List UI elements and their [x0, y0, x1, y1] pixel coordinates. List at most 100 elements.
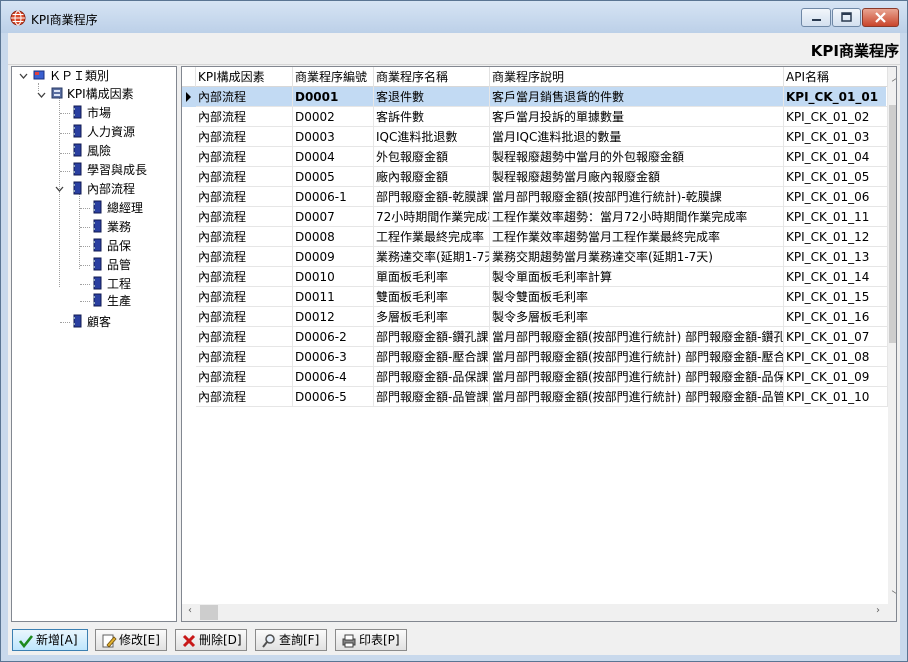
table-cell[interactable]: KPI_CK_01_03: [784, 127, 888, 147]
tree-item-learning[interactable]: 學習與成長: [70, 161, 147, 179]
row-indicator[interactable]: [182, 187, 196, 207]
table-cell[interactable]: 當月部門報廢金額(按部門進行統計)-乾膜課: [490, 187, 784, 207]
table-row[interactable]: 內部流程 D0004 外包報廢金額 製程報廢趨勢中當月的外包報廢金額 KPI_CK_01…: [182, 147, 888, 167]
tree-subitem-sales[interactable]: 業務: [90, 218, 131, 236]
table-cell[interactable]: 部門報廢金額-鑽孔課: [374, 327, 490, 347]
table-row[interactable]: 內部流程 D0002 客訴件數 客戶當月投訴的單據數量 KPI_CK_01_02: [182, 107, 888, 127]
process-grid[interactable]: KPI構成因素 商業程序編號 商業程序名稱 商業程序說明 API名稱 內部流程 D…: [181, 66, 897, 622]
table-cell[interactable]: D0002: [293, 107, 374, 127]
table-row[interactable]: 內部流程 D0006-1 部門報廢金額-乾膜課 當月部門報廢金額(按部門進行統計)-乾…: [182, 187, 888, 207]
column-header[interactable]: 商業程序編號: [293, 67, 374, 87]
table-cell[interactable]: IQC進料批退數: [374, 127, 490, 147]
tree-subitem-gm[interactable]: 總經理: [90, 199, 143, 217]
row-indicator[interactable]: [182, 127, 196, 147]
table-cell[interactable]: 內部流程: [196, 167, 293, 187]
row-indicator[interactable]: [182, 167, 196, 187]
table-cell[interactable]: 工程作業最終完成率: [374, 227, 490, 247]
table-cell[interactable]: 內部流程: [196, 207, 293, 227]
table-cell[interactable]: 業務交期趨勢當月業務達交率(延期1-7天): [490, 247, 784, 267]
table-cell[interactable]: 業務達交率(延期1-7天): [374, 247, 490, 267]
table-row[interactable]: 內部流程 D0012 多層板毛利率 製令多層板毛利率 KPI_CK_01_16: [182, 307, 888, 327]
table-cell[interactable]: KPI_CK_01_04: [784, 147, 888, 167]
table-cell[interactable]: 當月部門報廢金額(按部門進行統計) 部門報廢金額-鑽孔課: [490, 327, 784, 347]
table-cell[interactable]: KPI_CK_01_07: [784, 327, 888, 347]
row-indicator[interactable]: [182, 327, 196, 347]
scroll-up-icon[interactable]: ︿: [888, 69, 897, 84]
table-cell[interactable]: KPI_CK_01_09: [784, 367, 888, 387]
column-header[interactable]: 商業程序名稱: [374, 67, 490, 87]
table-cell[interactable]: D0006-1: [293, 187, 374, 207]
vertical-scroll-thumb[interactable]: [889, 105, 896, 343]
table-cell[interactable]: KPI_CK_01_14: [784, 267, 888, 287]
table-cell[interactable]: 外包報廢金額: [374, 147, 490, 167]
tree-subitem-engineering[interactable]: 工程: [90, 275, 131, 293]
table-cell[interactable]: 當月部門報廢金額(按部門進行統計) 部門報廢金額-壓合課: [490, 347, 784, 367]
row-indicator[interactable]: [182, 307, 196, 327]
table-cell[interactable]: D0006-4: [293, 367, 374, 387]
tree-item-hr[interactable]: 人力資源: [70, 123, 135, 141]
collapse-chevron-icon[interactable]: [19, 72, 28, 81]
tree-item-internal-process[interactable]: 內部流程: [70, 180, 135, 198]
table-cell[interactable]: 內部流程: [196, 87, 293, 107]
column-header[interactable]: API名稱: [784, 67, 888, 87]
row-indicator[interactable]: [182, 247, 196, 267]
table-cell[interactable]: 內部流程: [196, 247, 293, 267]
table-cell[interactable]: D0001: [293, 87, 374, 107]
table-row[interactable]: 內部流程 D0006-4 部門報廢金額-品保課 當月部門報廢金額(按部門進行統計) 部…: [182, 367, 888, 387]
table-row[interactable]: 內部流程 D0006-2 部門報廢金額-鑽孔課 當月部門報廢金額(按部門進行統計) 部…: [182, 327, 888, 347]
scroll-down-icon[interactable]: ﹀: [888, 587, 897, 602]
table-cell[interactable]: 內部流程: [196, 287, 293, 307]
table-cell[interactable]: KPI_CK_01_13: [784, 247, 888, 267]
table-cell[interactable]: 內部流程: [196, 147, 293, 167]
table-cell[interactable]: 內部流程: [196, 227, 293, 247]
scroll-right-icon[interactable]: ›: [872, 605, 884, 616]
tree-item-market[interactable]: 市場: [70, 104, 111, 122]
table-cell[interactable]: 當月部門報廢金額(按部門進行統計) 部門報廢金額-品管課: [490, 387, 784, 407]
table-cell[interactable]: KPI_CK_01_01: [784, 87, 888, 107]
maximize-button[interactable]: [832, 8, 861, 27]
scroll-left-icon[interactable]: ‹: [184, 605, 196, 616]
table-cell[interactable]: 製程報廢趨勢中當月的外包報廢金額: [490, 147, 784, 167]
table-cell[interactable]: D0006-5: [293, 387, 374, 407]
table-cell[interactable]: D0012: [293, 307, 374, 327]
table-row[interactable]: 內部流程 D0006-5 部門報廢金額-品管課 當月部門報廢金額(按部門進行統計) 部…: [182, 387, 888, 407]
table-cell[interactable]: 當月IQC進料批退的數量: [490, 127, 784, 147]
horizontal-scrollbar[interactable]: ‹ ›: [182, 604, 888, 621]
table-cell[interactable]: 部門報廢金額-乾膜課: [374, 187, 490, 207]
table-cell[interactable]: 工程作業效率趨勢當月工程作業最終完成率: [490, 227, 784, 247]
table-cell[interactable]: 內部流程: [196, 327, 293, 347]
table-cell[interactable]: 部門報廢金額-壓合課: [374, 347, 490, 367]
table-cell[interactable]: 客退件數: [374, 87, 490, 107]
row-indicator[interactable]: [182, 267, 196, 287]
table-cell[interactable]: 當月部門報廢金額(按部門進行統計) 部門報廢金額-品保課: [490, 367, 784, 387]
table-row[interactable]: 內部流程 D0008 工程作業最終完成率 工程作業效率趨勢當月工程作業最終完成率 KPI…: [182, 227, 888, 247]
table-cell[interactable]: KPI_CK_01_12: [784, 227, 888, 247]
column-header[interactable]: KPI構成因素: [196, 67, 293, 87]
edit-button[interactable]: 修改[E]: [95, 629, 167, 651]
table-cell[interactable]: 內部流程: [196, 387, 293, 407]
minimize-button[interactable]: [801, 8, 831, 27]
row-indicator[interactable]: [182, 107, 196, 127]
row-indicator[interactable]: [182, 347, 196, 367]
table-cell[interactable]: KPI_CK_01_15: [784, 287, 888, 307]
table-cell[interactable]: 部門報廢金額-品管課: [374, 387, 490, 407]
table-row[interactable]: 內部流程 D0011 雙面板毛利率 製令雙面板毛利率 KPI_CK_01_15: [182, 287, 888, 307]
table-cell[interactable]: D0005: [293, 167, 374, 187]
table-cell[interactable]: 內部流程: [196, 347, 293, 367]
table-row[interactable]: 內部流程 D0001 客退件數 客戶當月銷售退貨的件數 KPI_CK_01_01: [182, 87, 888, 107]
table-row[interactable]: 內部流程 D0009 業務達交率(延期1-7天) 業務交期趨勢當月業務達交率(延期1-…: [182, 247, 888, 267]
table-cell[interactable]: 單面板毛利率: [374, 267, 490, 287]
table-cell[interactable]: D0011: [293, 287, 374, 307]
title-bar[interactable]: KPI商業程序: [1, 1, 907, 33]
table-cell[interactable]: 客戶當月投訴的單據數量: [490, 107, 784, 127]
table-cell[interactable]: 製令多層板毛利率: [490, 307, 784, 327]
table-cell[interactable]: D0006-2: [293, 327, 374, 347]
tree-subitem-qa[interactable]: 品保: [90, 237, 131, 255]
table-cell[interactable]: 客訴件數: [374, 107, 490, 127]
close-button[interactable]: [862, 8, 899, 27]
current-row-arrow-icon[interactable]: [182, 87, 196, 107]
row-indicator[interactable]: [182, 387, 196, 407]
table-cell[interactable]: KPI_CK_01_06: [784, 187, 888, 207]
table-cell[interactable]: D0004: [293, 147, 374, 167]
column-header[interactable]: 商業程序說明: [490, 67, 784, 87]
